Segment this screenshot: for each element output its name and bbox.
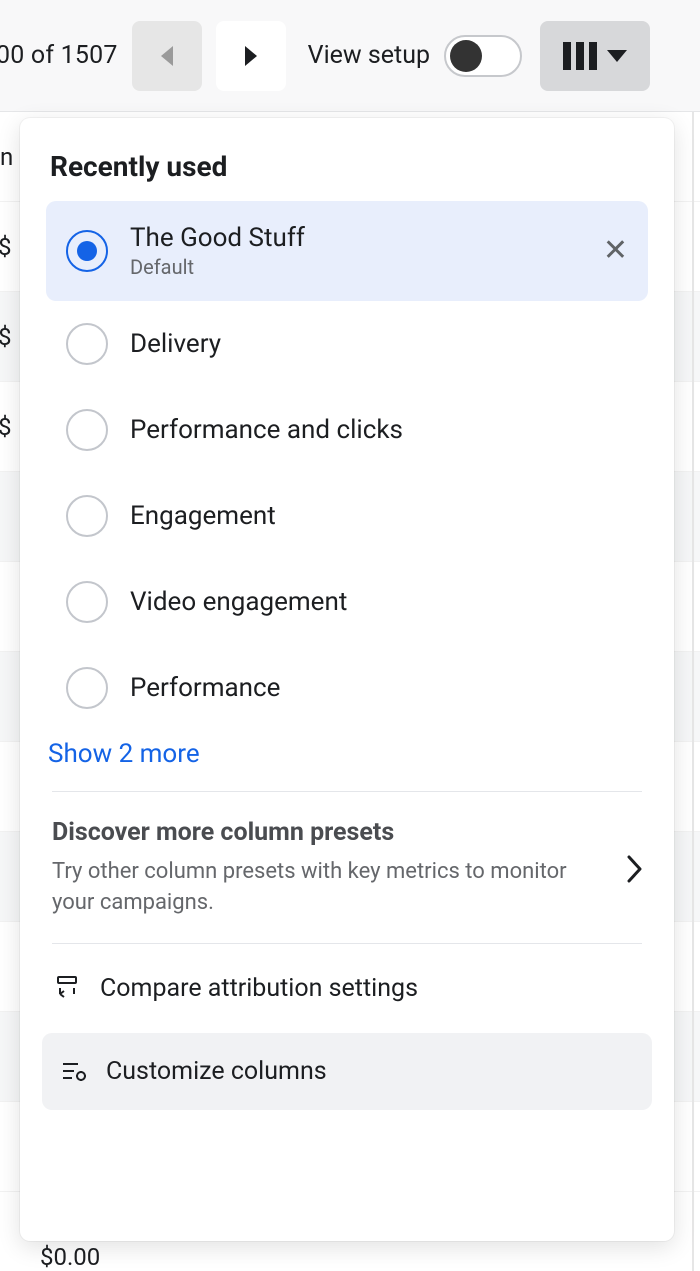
preset-label: The Good Stuff (130, 223, 305, 253)
preset-option[interactable]: The Good Stuff Default ✕ (46, 201, 648, 301)
chevron-right-icon (245, 46, 257, 66)
bottom-total-value: $0.00 (40, 1243, 100, 1271)
discover-title: Discover more column presets (52, 818, 642, 847)
customize-columns-button[interactable]: Customize columns (42, 1033, 652, 1110)
caret-down-icon (607, 50, 627, 62)
radio-icon (66, 581, 108, 623)
recently-used-title: Recently used (50, 150, 648, 183)
preset-label: Video engagement (130, 587, 347, 617)
compare-icon (52, 974, 84, 1002)
columns-button[interactable] (540, 21, 650, 91)
preset-label: Performance and clicks (130, 415, 403, 445)
toggle-knob (450, 40, 482, 72)
preset-label: Engagement (130, 501, 276, 531)
toolbar: 00 of 1507 View setup (0, 0, 700, 112)
close-icon[interactable]: ✕ (603, 236, 628, 266)
radio-icon (66, 230, 108, 272)
chevron-left-icon (161, 46, 173, 66)
cell-value: $ (0, 233, 12, 261)
columns-dropdown-panel: Recently used The Good Stuff Default ✕ D… (20, 118, 674, 1241)
radio-icon (66, 409, 108, 451)
preset-option[interactable]: Engagement (46, 473, 648, 559)
preset-option[interactable]: Performance and clicks (46, 387, 648, 473)
customize-columns-label: Customize columns (106, 1057, 327, 1086)
preset-label: Delivery (130, 329, 221, 359)
view-setup-label: View setup (308, 41, 430, 70)
radio-icon (66, 667, 108, 709)
cell-value: $ (0, 413, 12, 441)
chevron-right-icon (626, 854, 644, 888)
show-more-link[interactable]: Show 2 more (48, 739, 200, 769)
compare-attribution-button[interactable]: Compare attribution settings (46, 954, 648, 1023)
radio-icon (66, 495, 108, 537)
pager-count: 00 of 1507 (0, 41, 118, 70)
preset-option[interactable]: Video engagement (46, 559, 648, 645)
preset-option[interactable]: Delivery (46, 301, 648, 387)
columns-icon (563, 42, 597, 70)
divider (52, 943, 642, 944)
pager-prev-button[interactable] (132, 21, 202, 91)
pager-next-button[interactable] (216, 21, 286, 91)
preset-sublabel: Default (130, 255, 305, 279)
view-setup-toggle[interactable] (444, 35, 522, 77)
discover-description: Try other column presets with key metric… (52, 857, 572, 919)
discover-presets-button[interactable]: Discover more column presets Try other c… (46, 792, 648, 943)
compare-attribution-label: Compare attribution settings (100, 974, 418, 1003)
customize-icon (58, 1057, 90, 1085)
preset-option[interactable]: Performance (46, 645, 648, 731)
radio-icon (66, 323, 108, 365)
preset-label: Performance (130, 673, 280, 703)
cell-value: $ (0, 323, 12, 351)
table-right-border (692, 112, 694, 1271)
col-header-fragment: n (0, 143, 13, 171)
